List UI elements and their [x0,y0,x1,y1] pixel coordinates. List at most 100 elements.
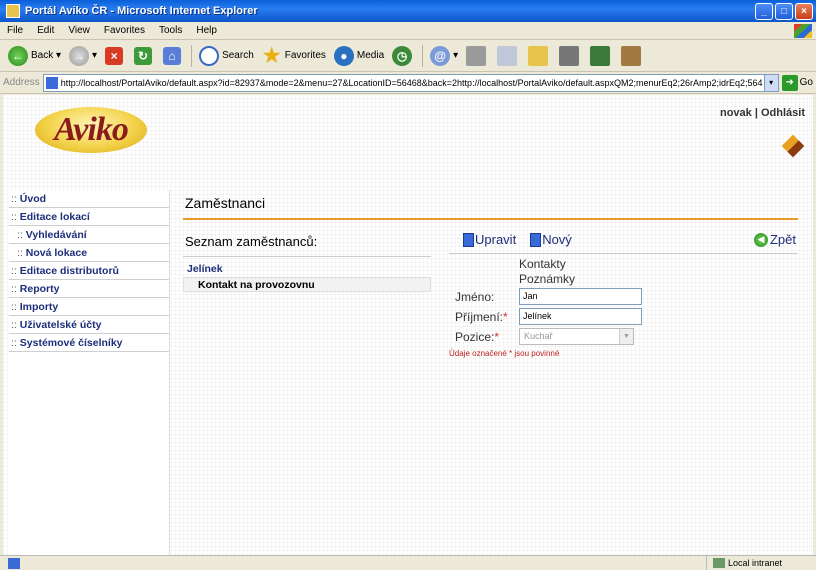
forward-button[interactable]: → ▾ [65,43,101,69]
menu-help[interactable]: Help [189,25,224,36]
sidebar-item-systemove-ciselniky[interactable]: :: Systémové číselníky [9,334,169,352]
back-button[interactable]: ← Back ▾ [4,43,65,69]
sidebar-item-label: Vyhledávání [25,229,87,241]
go-button[interactable]: ➜ Go [781,74,813,91]
mail-button[interactable]: @ ▾ [426,43,462,69]
stop-icon: × [105,46,124,65]
discuss-button[interactable] [555,43,586,69]
print-button[interactable] [462,43,493,69]
folder-icon [528,45,549,66]
employee-item[interactable]: Jelínek [183,262,431,277]
menu-edit[interactable]: Edit [30,25,61,36]
address-input[interactable]: http://localhost/PortalAviko/default.asp… [42,73,779,92]
mail-icon: @ [430,45,451,66]
page-icon [45,76,58,89]
nav-prefix: :: [11,193,20,205]
search-icon [199,45,220,66]
new-label: Nový [542,232,572,247]
sidebar-item-importy[interactable]: :: Importy [9,298,169,316]
nav-prefix: :: [11,319,20,331]
back-link[interactable]: ◀ Zpět [753,232,796,247]
folder-button[interactable] [524,43,555,69]
print-icon [466,45,487,66]
edit-button[interactable]: Upravit [463,232,516,247]
maximize-button[interactable]: □ [775,2,793,20]
pozice-value: Kuchař [524,331,553,341]
employee-item-selected[interactable]: Kontakt na provozovnu [183,277,431,292]
menu-view[interactable]: View [61,25,97,36]
chevron-down-icon: ▼ [619,329,633,344]
stop-button[interactable]: × [101,43,130,69]
sidebar-item-nova-lokace[interactable]: :: Nová lokace [9,244,169,262]
menu-tools[interactable]: Tools [152,25,189,36]
sidebar-item-uzivatelske-ucty[interactable]: :: Uživatelské účty [9,316,169,334]
action-bar: Upravit Nový [463,232,572,247]
go-label: Go [799,77,813,88]
sidebar-item-label: Úvod [19,193,47,205]
window-title: Portál Aviko ČR - Microsoft Internet Exp… [25,5,258,17]
nav-prefix: :: [17,229,26,241]
logout-link[interactable]: Odhlásit [761,107,805,119]
new-button[interactable]: Nový [530,232,572,247]
sidebar-item-editace-lokaci[interactable]: :: Editace lokací [9,208,169,226]
search-button[interactable]: Search [195,43,258,69]
nav-prefix: :: [11,265,20,277]
minimize-button[interactable]: _ [755,2,773,20]
edit-page-button[interactable] [493,43,524,69]
messenger-button[interactable] [586,43,617,69]
sidebar-item-editace-distributoru[interactable]: :: Editace distributorů [9,262,169,280]
sidebar-item-label: Importy [19,301,59,313]
favorites-label: Favorites [284,50,326,61]
prijmeni-label-text: Příjmení: [455,309,504,324]
favorites-button[interactable]: ★ Favorites [258,43,330,69]
sidebar-item-label: Systémové číselníky [19,337,123,349]
user-separator: | [754,107,758,119]
employee-list-title: Seznam zaměstnanců: [185,234,318,249]
media-icon: ● [333,45,354,66]
sidebar-item-uvod[interactable]: :: Úvod [9,190,169,208]
jmeno-input[interactable]: Jan [519,288,642,305]
pozice-select[interactable]: Kuchař ▼ [519,328,634,345]
address-dropdown-icon[interactable]: ▾ [763,74,778,91]
sidebar-item-vyhledavani[interactable]: :: Vyhledávání [9,226,169,244]
security-zone: Local intranet [706,555,816,570]
edit-page-icon [497,45,518,66]
nav-prefix: :: [17,247,26,259]
sidebar-item-label: Editace lokací [19,211,90,223]
sidebar-nav: :: Úvod :: Editace lokací :: Vyhledávání… [9,190,170,555]
jmeno-label-text: Jméno: [455,289,495,304]
back-circle-icon: ◀ [753,232,768,247]
list-divider [183,256,431,257]
close-button[interactable]: × [795,2,813,20]
refresh-button[interactable]: ↻ [130,43,159,69]
sidebar-item-label: Uživatelské účty [19,319,102,331]
aviko-logo[interactable]: Aviko [35,107,147,153]
page-status-icon [8,557,20,569]
sidebar-item-reporty[interactable]: :: Reporty [9,280,169,298]
messenger-icon [590,45,611,66]
sidebar-item-label: Reporty [19,283,60,295]
menu-file[interactable]: File [0,25,30,36]
prijmeni-input[interactable]: Jelínek [519,308,642,325]
pozice-label-text: Pozice: [455,329,495,344]
action-divider [449,253,798,254]
research-button[interactable] [617,43,648,69]
detail-tabs: Kontakty Poznámky [519,257,575,287]
tab-kontakty[interactable]: Kontakty [519,257,575,272]
diamond-logo-icon [781,134,805,158]
search-label: Search [222,50,254,61]
employee-form: Jméno: Jan Příjmení:* Jelínek Pozice:* K… [455,287,642,347]
home-button[interactable]: ⌂ [159,43,188,69]
menu-favorites[interactable]: Favorites [97,25,152,36]
form-row-prijmeni: Příjmení:* Jelínek [455,307,642,326]
nav-prefix: :: [11,283,20,295]
tab-poznamky[interactable]: Poznámky [519,272,575,287]
page-title: Zaměstnanci [185,195,266,211]
nav-prefix: :: [11,301,20,313]
media-label: Media [356,50,385,61]
history-button[interactable]: ◷ [388,43,419,69]
media-button[interactable]: ● Media [330,43,388,69]
favorites-star-icon: ★ [262,45,281,67]
forward-arrow-icon: → [69,45,90,66]
windows-logo-icon [794,23,812,38]
